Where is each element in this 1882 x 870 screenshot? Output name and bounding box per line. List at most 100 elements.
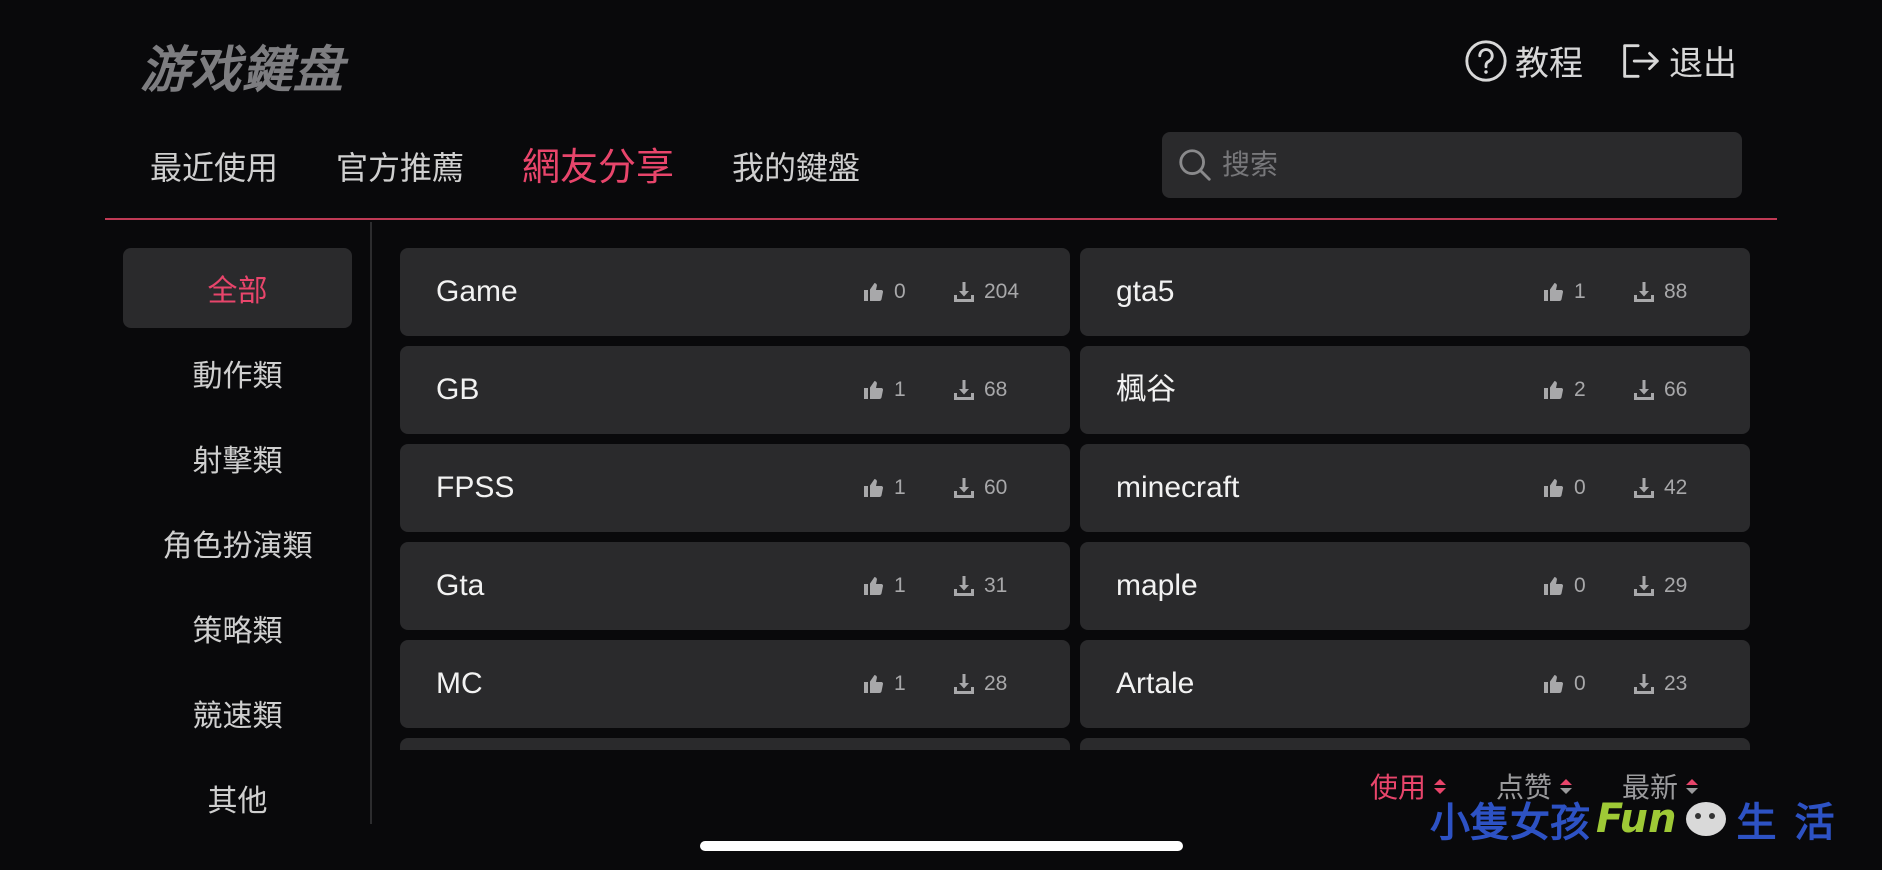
thumbs-up-icon [1544, 577, 1564, 595]
download-count: 31 [952, 542, 1007, 630]
download-icon [954, 380, 974, 400]
download-icon [1634, 674, 1654, 694]
logout-button[interactable]: 退出 [1617, 36, 1737, 85]
keyboard-card[interactable]: minecraft 0 42 [1080, 444, 1750, 532]
download-count-value: 204 [984, 280, 1020, 303]
search-input[interactable] [1222, 149, 1722, 181]
keyboard-name: minecraft [1116, 471, 1240, 504]
like-count: 1 [1542, 248, 1586, 336]
category-action[interactable]: 動作類 [123, 333, 352, 413]
category-all[interactable]: 全部 [123, 248, 352, 328]
watermark-face-icon [1686, 802, 1727, 836]
keyboard-name: Game [436, 275, 518, 308]
thumbs-up-icon [864, 577, 884, 595]
download-count-value: 29 [1664, 574, 1688, 597]
thumbs-up-icon [864, 479, 884, 497]
category-rpg[interactable]: 角色扮演類 [123, 503, 352, 583]
download-icon [1634, 478, 1654, 498]
download-count-value: 31 [984, 574, 1008, 597]
download-icon [954, 674, 974, 694]
category-strategy[interactable]: 策略類 [123, 588, 352, 668]
download-count: 204 [952, 248, 1019, 336]
keyboard-name: gta5 [1116, 275, 1175, 308]
like-count-value: 0 [1574, 672, 1586, 695]
download-count: 60 [952, 444, 1007, 532]
download-count-value: 23 [1664, 672, 1688, 695]
keyboard-name: Artale [1116, 667, 1195, 700]
search-icon [1179, 149, 1211, 181]
keyboard-card[interactable]: 楓谷 2 66 [1080, 346, 1750, 434]
tab-recent[interactable]: 最近使用 [150, 143, 278, 189]
download-icon [954, 576, 974, 596]
download-icon [1634, 576, 1654, 596]
search-box [1162, 132, 1742, 198]
keyboard-card[interactable]: MC 1 28 [400, 640, 1070, 728]
like-count-value: 1 [1574, 280, 1586, 303]
thumbs-up-icon [864, 675, 884, 693]
download-count-value: 42 [1664, 476, 1688, 499]
keyboard-card[interactable]: Gta 1 31 [400, 542, 1070, 630]
download-count: 88 [1632, 248, 1687, 336]
download-count-value: 66 [1664, 378, 1688, 401]
like-count: 0 [1542, 542, 1586, 630]
like-count: 1 [862, 542, 906, 630]
keyboard-card[interactable]: FPSS 1 60 [400, 444, 1070, 532]
tab-my-keyboards[interactable]: 我的鍵盤 [732, 143, 860, 189]
download-icon [1634, 282, 1654, 302]
keyboard-card[interactable]: GB 1 68 [400, 346, 1070, 434]
like-count-value: 0 [1574, 476, 1586, 499]
logout-icon [1623, 43, 1659, 78]
like-count-value: 2 [1574, 378, 1586, 401]
category-sidebar: 全部 動作類 射擊類 角色扮演類 策略類 競速類 其他 [123, 248, 352, 843]
download-count-value: 88 [1664, 280, 1688, 303]
category-racing[interactable]: 競速類 [123, 673, 352, 753]
keyboard-card[interactable]: gta5 1 88 [1080, 248, 1750, 336]
download-count: 42 [1632, 444, 1687, 532]
tab-divider [105, 218, 1777, 220]
keyboard-card[interactable]: Artale 0 23 [1080, 640, 1750, 728]
keyboard-card[interactable]: maple 0 29 [1080, 542, 1750, 630]
like-count-value: 1 [894, 672, 906, 695]
home-indicator [700, 841, 1183, 851]
download-count: 23 [1632, 640, 1687, 728]
like-count-value: 1 [894, 378, 906, 401]
keyboard-card[interactable]: Game 0 204 [400, 248, 1070, 336]
keyboard-name: FPSS [436, 471, 515, 504]
download-count-value: 28 [984, 672, 1008, 695]
thumbs-up-icon [1544, 675, 1564, 693]
watermark-text-b: Fun [1596, 796, 1677, 842]
download-count: 66 [1632, 346, 1687, 434]
category-other[interactable]: 其他 [123, 758, 352, 838]
keyboard-name: MC [436, 667, 483, 700]
keyboard-name: 楓谷 [1116, 373, 1176, 406]
tab-community[interactable]: 網友分享 [522, 136, 674, 191]
thumbs-up-icon [864, 381, 884, 399]
watermark-text-a: 小隻女孩 [1430, 800, 1590, 846]
download-count-value: 68 [984, 378, 1008, 401]
keyboard-list: Game 0 204 gta5 1 88 GB 1 68 楓谷 2 66 FPSS 1 60 minecraf… [400, 248, 1750, 750]
like-count: 0 [1542, 444, 1586, 532]
download-count: 68 [952, 346, 1007, 434]
like-count: 0 [1542, 640, 1586, 728]
watermark: 小隻女孩 Fun 生活 [1430, 790, 1852, 848]
like-count: 1 [862, 640, 906, 728]
help-circle-icon [1465, 39, 1507, 82]
app-title: 游戏鍵盘 [140, 41, 344, 99]
download-count: 29 [1632, 542, 1687, 630]
sort-label: 使用 [1370, 772, 1427, 803]
main-tabs: 最近使用 官方推薦 網友分享 我的鍵盤 [150, 140, 918, 191]
thumbs-up-icon [1544, 381, 1564, 399]
download-icon [954, 478, 974, 498]
tutorial-button[interactable]: 教程 [1463, 36, 1583, 85]
download-icon [954, 282, 974, 302]
keyboard-name: GB [436, 373, 480, 406]
like-count-value: 1 [894, 476, 906, 499]
keyboard-name: maple [1116, 569, 1198, 602]
watermark-text-c: 生活 [1736, 800, 1853, 846]
keyboard-card[interactable] [400, 738, 1070, 750]
download-icon [1634, 380, 1654, 400]
tab-official[interactable]: 官方推薦 [336, 143, 464, 189]
logout-label: 退出 [1669, 45, 1737, 83]
keyboard-card[interactable] [1080, 738, 1750, 750]
category-shooting[interactable]: 射擊類 [123, 418, 352, 498]
